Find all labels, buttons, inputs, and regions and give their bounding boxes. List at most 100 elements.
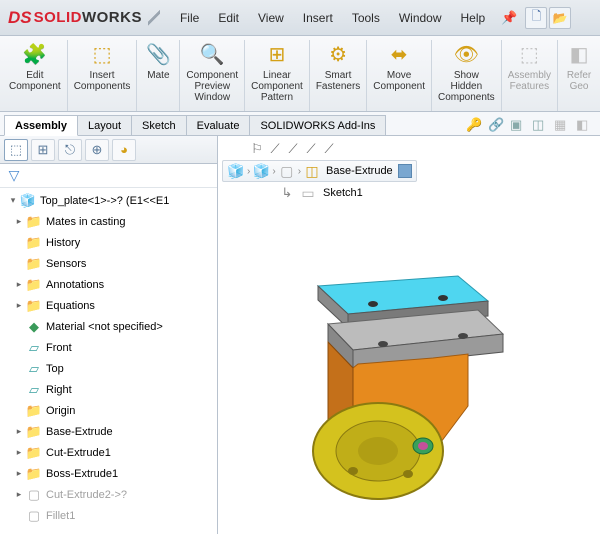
reply-icon[interactable]: ↳	[278, 184, 296, 202]
tree-node-icon: 📁	[26, 277, 42, 293]
logo-works: WORKS	[82, 9, 142, 26]
tree-item[interactable]: ▢Fillet1	[0, 505, 217, 526]
menu-tools[interactable]: Tools	[344, 9, 388, 27]
tab-solidworks-add-ins[interactable]: SOLIDWORKS Add-Ins	[249, 115, 386, 135]
feature-icon[interactable]: ▢	[278, 162, 296, 180]
expand-icon[interactable]: ▸	[14, 280, 24, 290]
tree-item[interactable]: ▸📁Base-Extrude	[0, 421, 217, 442]
property-tab-icon[interactable]: ⊞	[31, 139, 55, 161]
ribbon-icon: ⚙	[323, 40, 353, 68]
caliper-icon[interactable]: ⟋	[284, 140, 302, 158]
new-doc-icon[interactable]: 🗋	[525, 7, 547, 29]
tree-item[interactable]: ▸📁Equations	[0, 295, 217, 316]
breadcrumb-row-2: ↳ ▭ Sketch1	[278, 184, 366, 202]
menu-help[interactable]: Help	[453, 9, 494, 27]
part-icon: 🧊	[20, 193, 36, 209]
dim-tab-icon[interactable]: ⊕	[85, 139, 109, 161]
menu-view[interactable]: View	[250, 9, 292, 27]
collapse-icon[interactable]: ▾	[8, 196, 18, 206]
pin-icon[interactable]: 📌	[501, 10, 517, 26]
menu-window[interactable]: Window	[391, 9, 450, 27]
ribbon-mate[interactable]: 📎Mate	[137, 40, 180, 111]
ribbon-smart[interactable]: ⚙SmartFasteners	[310, 40, 367, 111]
graphics-viewport[interactable]: ⚐ ⟋ ⟋ ⟋ ⟋ 🧊 › 🧊 › ▢ › ◫ Base-Extrude ↳ ▭…	[218, 136, 600, 534]
tree-node-label: Sensors	[46, 258, 86, 270]
menu-edit[interactable]: Edit	[210, 9, 247, 27]
expand-icon[interactable]: ▸	[14, 469, 24, 479]
assembly-icon[interactable]: 🧊	[227, 162, 245, 180]
context-toolbar: ⚐ ⟋ ⟋ ⟋ ⟋	[248, 140, 338, 158]
tree-node-icon: ▢	[26, 487, 42, 503]
chevron-right-icon: ›	[298, 166, 301, 177]
menu-file[interactable]: File	[172, 9, 207, 27]
tree-item[interactable]: ▱Top	[0, 358, 217, 379]
ribbon-edit[interactable]: 🧩EditComponent	[3, 40, 68, 111]
menu-insert[interactable]: Insert	[295, 9, 341, 27]
tree-item[interactable]: ▸▢ Cut-Extrude2->?	[0, 484, 217, 505]
display-icon[interactable]: ◫	[532, 117, 550, 135]
ribbon-label: InsertComponents	[74, 70, 131, 92]
tab-sketch[interactable]: Sketch	[131, 115, 187, 135]
expand-icon[interactable]: ▸	[14, 217, 24, 227]
hide-icon[interactable]: ◧	[576, 117, 594, 135]
ribbon-show[interactable]: 👁ShowHiddenComponents	[432, 40, 502, 111]
appearance-tab-icon[interactable]: ◕	[112, 139, 136, 161]
funnel-icon[interactable]: ▽	[4, 166, 24, 186]
config-tab-icon[interactable]: ⎋	[58, 139, 82, 161]
tree-node-label: Cut-Extrude2->?	[46, 489, 127, 501]
content-area: ⬚ ⊞ ⎋ ⊕ ◕ ▽ ▾ 🧊 Top_plate<1>->? (E1<<E1 …	[0, 136, 600, 534]
chevron-right-icon: ›	[272, 166, 275, 177]
caliper-icon[interactable]: ⟋	[266, 140, 284, 158]
part-icon[interactable]: 🧊	[252, 162, 270, 180]
feature-tree-tab-icon[interactable]: ⬚	[4, 139, 28, 161]
ribbon-move[interactable]: ⬌MoveComponent	[367, 40, 432, 111]
tree-root[interactable]: ▾ 🧊 Top_plate<1>->? (E1<<E1	[0, 190, 217, 211]
tree-root-label: Top_plate<1>->? (E1<<E1	[40, 195, 169, 207]
tree-node-label: Equations	[46, 300, 95, 312]
tab-layout[interactable]: Layout	[77, 115, 132, 135]
breadcrumb-sketch-label[interactable]: Sketch1	[320, 187, 366, 199]
expand-icon[interactable]: ▸	[14, 448, 24, 458]
tree-node-icon: 📁	[26, 466, 42, 482]
open-doc-icon[interactable]: 📂	[549, 7, 571, 29]
tree-node-icon: 📁	[26, 445, 42, 461]
logo-ds: DS	[8, 8, 32, 28]
breadcrumb-feature-label[interactable]: Base-Extrude	[323, 165, 396, 177]
expand-icon[interactable]: ▸	[14, 490, 24, 500]
tree-item[interactable]: 📁History	[0, 232, 217, 253]
tree-item[interactable]: ◆Material <not specified>	[0, 316, 217, 337]
tree-node-label: Origin	[46, 405, 75, 417]
tree-item[interactable]: ▸📁Annotations	[0, 274, 217, 295]
tab-evaluate[interactable]: Evaluate	[186, 115, 251, 135]
ribbon-assembly[interactable]: ⬚AssemblyFeatures	[502, 40, 558, 111]
ribbon-insert[interactable]: ⬚InsertComponents	[68, 40, 138, 111]
tree-item[interactable]: ▸📁Mates in casting	[0, 211, 217, 232]
tree-item[interactable]: 📁Sensors	[0, 253, 217, 274]
view-tools: 🔑 🔗 ▣ ◫ ▦ ◧	[466, 117, 600, 135]
ribbon-component[interactable]: 🔍ComponentPreviewWindow	[180, 40, 245, 111]
chevron-right-icon: ›	[247, 166, 250, 177]
tree-item[interactable]: ▸📁Boss-Extrude1	[0, 463, 217, 484]
caliper-icon[interactable]: ⟋	[302, 140, 320, 158]
extrude-icon[interactable]: ◫	[303, 162, 321, 180]
tree-node-label: Cut-Extrude1	[46, 447, 111, 459]
caliper-icon[interactable]: ⟋	[320, 140, 338, 158]
sketch-icon[interactable]: ▭	[299, 184, 317, 202]
tree-item[interactable]: ▱Front	[0, 337, 217, 358]
flag-icon[interactable]: ⚐	[248, 140, 266, 158]
tree-item[interactable]: 📁Origin	[0, 400, 217, 421]
tab-assembly[interactable]: Assembly	[4, 115, 78, 136]
link-icon[interactable]: 🔗	[488, 117, 506, 135]
tree-node-label: Fillet1	[46, 510, 75, 522]
expand-icon[interactable]: ▸	[14, 427, 24, 437]
ribbon-label: AssemblyFeatures	[508, 70, 551, 92]
filter-icon[interactable]: ▦	[554, 117, 572, 135]
view-cube-icon[interactable]: ▣	[510, 117, 528, 135]
ribbon-refer[interactable]: ◧ReferGeo	[558, 40, 600, 111]
tree-item[interactable]: ▸📁 Cut-Extrude1	[0, 442, 217, 463]
ribbon-linear[interactable]: ⊞LinearComponentPattern	[245, 40, 310, 111]
search-icon[interactable]: 🔑	[466, 117, 484, 135]
tree-item[interactable]: ▱Right	[0, 379, 217, 400]
face-swatch-icon[interactable]	[398, 164, 412, 178]
expand-icon[interactable]: ▸	[14, 301, 24, 311]
